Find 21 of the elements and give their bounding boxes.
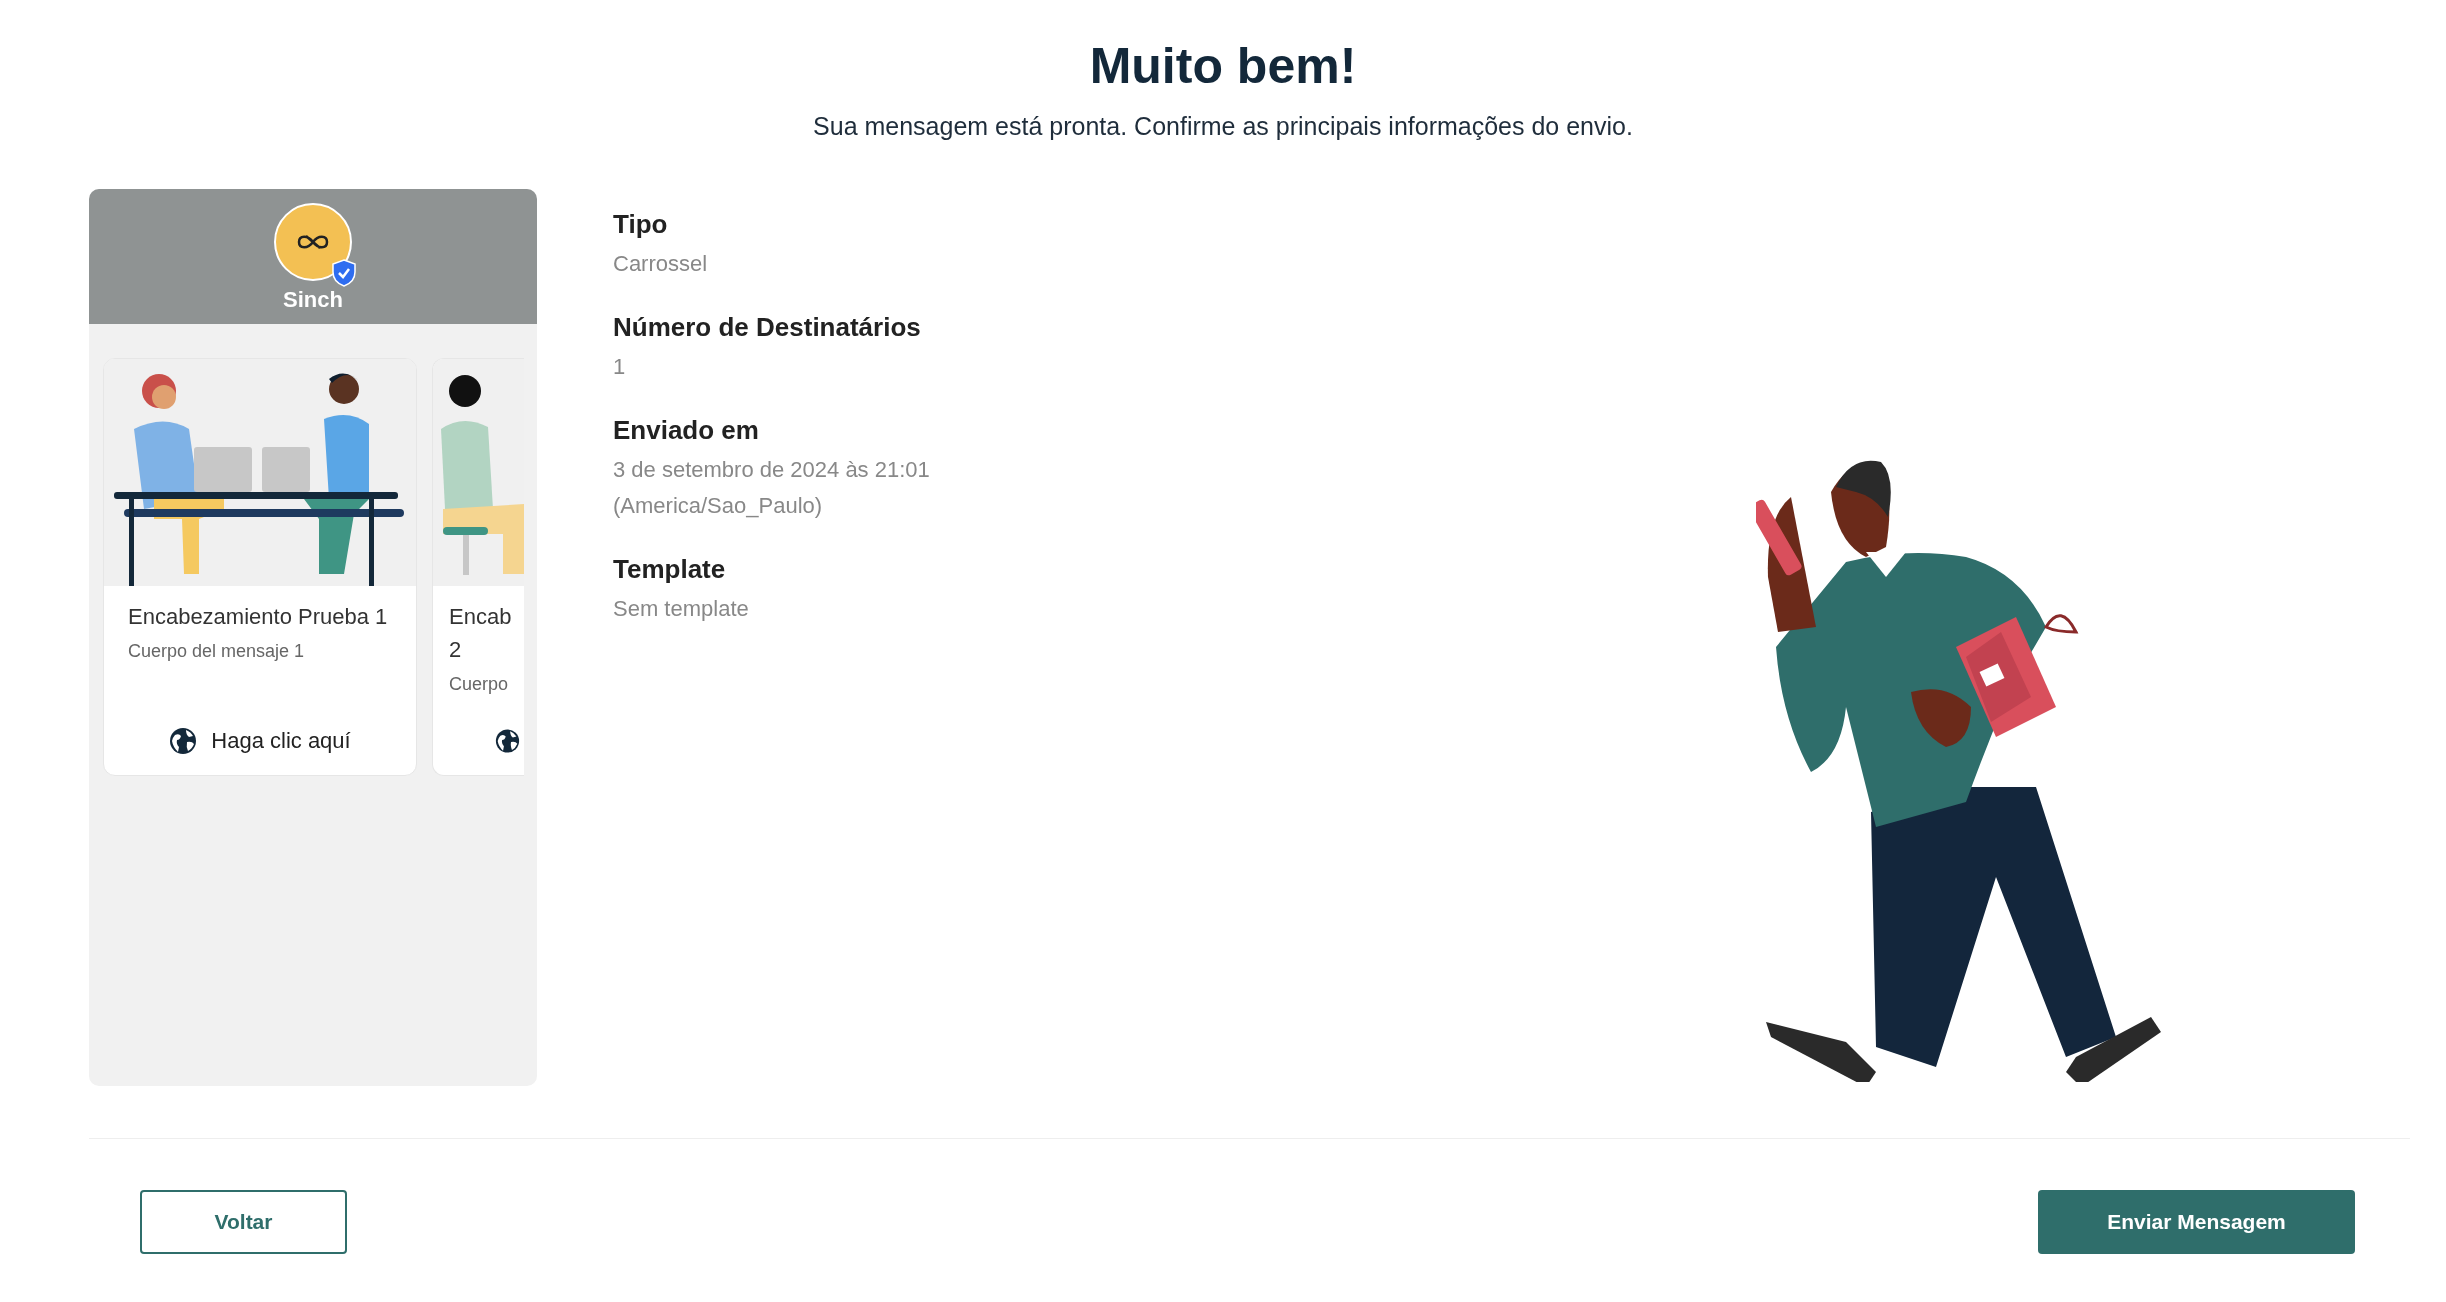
- card-title: Encab 2: [448, 603, 513, 664]
- detail-label: Template: [613, 554, 727, 585]
- card-link-button[interactable]: Haga clic aquí: [104, 723, 416, 759]
- page-subtitle: Sua mensagem está pronta. Confirme as principais informações do envio.: [812, 112, 1634, 141]
- back-button[interactable]: Voltar: [140, 1190, 347, 1254]
- detail-value: 3 de setembro de 2024 às 21:01 (America/Sao_Paulo): [613, 456, 931, 520]
- card-body: Cuerpo del mensaje 1: [127, 640, 306, 662]
- detail-label: Número de Destinatários: [613, 312, 922, 343]
- send-message-button[interactable]: Enviar Mensagem: [2038, 1190, 2355, 1254]
- detail-value: 1: [613, 353, 627, 381]
- card-body: Cuerpo: [448, 673, 510, 695]
- sender-name: Sinch: [283, 287, 343, 313]
- card-title: Encabezamiento Prueba 1: [127, 603, 389, 631]
- detail-label: Tipo: [613, 209, 669, 240]
- infinity-logo-icon: [296, 233, 330, 251]
- detail-value: Sem template: [613, 595, 750, 623]
- globe-icon: [169, 727, 198, 755]
- detail-value: Carrossel: [613, 250, 709, 278]
- detail-label: Enviado em: [613, 415, 760, 446]
- page-title: Muito bem!: [1088, 37, 1358, 96]
- globe-icon: [495, 727, 520, 755]
